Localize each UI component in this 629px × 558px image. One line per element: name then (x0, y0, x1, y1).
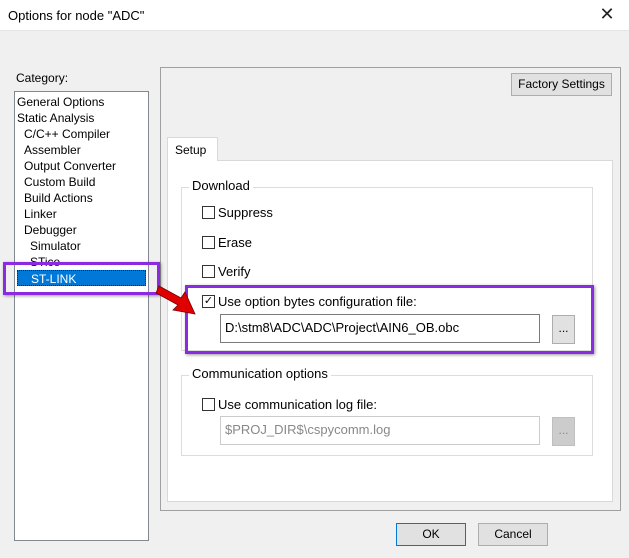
annotation-highlight-option-bytes (185, 285, 594, 354)
category-item[interactable]: Assembler (24, 142, 81, 158)
communication-group-label: Communication options (189, 366, 331, 381)
red-arrow-icon (155, 285, 196, 315)
ok-button[interactable]: OK (396, 523, 466, 546)
title-bar: Options for node "ADC" ✕ (0, 0, 629, 31)
comm-log-label: Use communication log file: (218, 397, 377, 412)
close-icon[interactable]: ✕ (595, 4, 619, 25)
tab-setup[interactable]: Setup (167, 137, 218, 161)
erase-checkbox[interactable] (202, 236, 215, 249)
verify-label: Verify (218, 264, 251, 279)
category-item[interactable]: General Options (17, 94, 104, 110)
window-title: Options for node "ADC" (8, 8, 145, 23)
category-item[interactable]: Build Actions (24, 190, 93, 206)
suppress-label: Suppress (218, 205, 273, 220)
erase-label: Erase (218, 235, 252, 250)
cancel-button[interactable]: Cancel (478, 523, 548, 546)
category-item[interactable]: Static Analysis (17, 110, 94, 126)
comm-log-checkbox[interactable] (202, 398, 215, 411)
category-label: Category: (16, 71, 69, 85)
annotation-highlight-st-link (3, 262, 160, 295)
category-item[interactable]: Output Converter (24, 158, 116, 174)
comm-log-browse-button[interactable]: ... (552, 417, 575, 446)
category-item[interactable]: C/C++ Compiler (24, 126, 110, 142)
category-item[interactable]: Linker (24, 206, 57, 222)
comm-log-file-input[interactable]: $PROJ_DIR$\cspycomm.log (220, 416, 540, 445)
category-item[interactable]: Simulator (30, 238, 81, 254)
factory-settings-button[interactable]: Factory Settings (511, 73, 612, 96)
suppress-checkbox[interactable] (202, 206, 215, 219)
category-list[interactable]: General Options Static Analysis C/C++ Comp… (14, 91, 149, 541)
verify-checkbox[interactable] (202, 265, 215, 278)
category-item[interactable]: Debugger (24, 222, 77, 238)
category-item[interactable]: Custom Build (24, 174, 95, 190)
download-group-label: Download (189, 178, 253, 193)
